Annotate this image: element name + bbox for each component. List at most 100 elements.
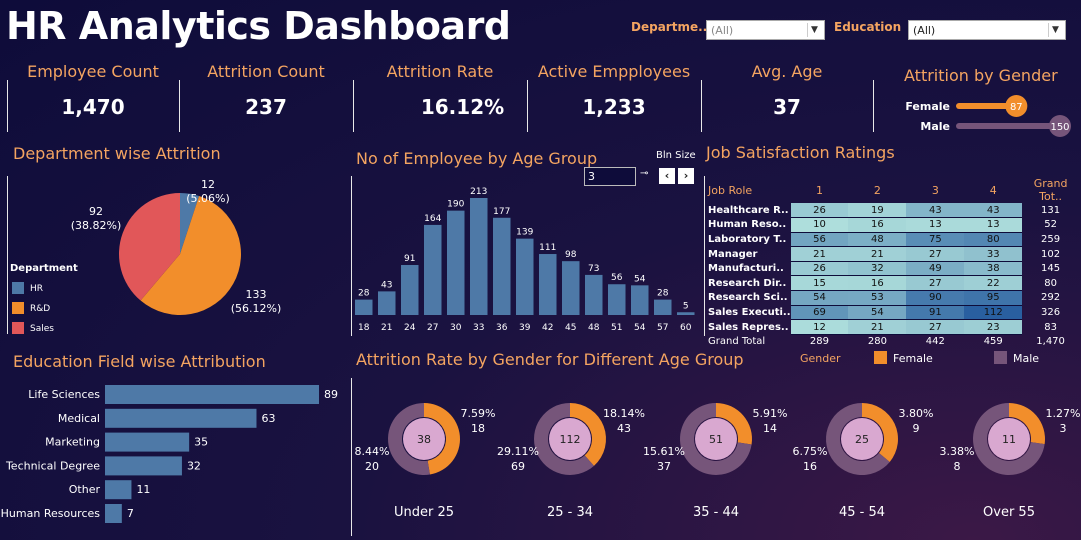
age-tick-label: 30 (450, 323, 462, 333)
kpi-avg-age: Avg. Age 37 (702, 62, 872, 119)
education-dropdown[interactable]: (All) ▼ (908, 20, 1066, 40)
female-pct-label: 3.80% (899, 407, 934, 420)
kpi-label: Active Empployees (537, 62, 691, 81)
kpi-label: Employee Count (27, 62, 159, 81)
heatmap-table: Job Role 1 2 3 4 Grand Tot.. Healthcare … (706, 177, 1079, 349)
grand-total-row: Grand Total 289 280 442 459 1,470 (706, 334, 1079, 349)
age-bar-value: 139 (516, 228, 533, 238)
row-total: 102 (1041, 248, 1061, 260)
gender-value: 150 (1050, 122, 1069, 133)
grand-total-label: Grand Total (708, 336, 766, 348)
kpi-active-employees: Active Empployees 1,233 (528, 62, 700, 119)
education-label: Life Sciences (28, 388, 100, 401)
bin-size-label: Bln Size (656, 150, 696, 161)
age-tick-label: 48 (588, 323, 600, 333)
column-header: 2 (873, 183, 881, 197)
column-total: 459 (983, 336, 1003, 348)
heatmap-cell: 16 (848, 217, 907, 233)
male-pct-label: 29.11% (497, 445, 539, 458)
pie-value-label: 12 (201, 178, 215, 191)
age-tick-label: 51 (611, 323, 622, 333)
kpi-label: Attrition Rate (386, 62, 494, 81)
page-title: HR Analytics Dashboard (6, 4, 511, 48)
education-value: 11 (136, 483, 150, 496)
donut-total: 38 (417, 433, 431, 446)
heatmap-cell: 32 (848, 261, 907, 277)
education-value: 63 (261, 412, 275, 425)
male-pct-label: 8.44% (355, 445, 390, 458)
age-group-label: 35 - 44 (693, 505, 739, 520)
job-role-label: Manufacturi.. (708, 263, 784, 275)
age-bar (585, 274, 603, 315)
heatmap-cell: 75 (906, 232, 965, 248)
heatmap-cell: 15 (790, 275, 849, 292)
female-count-label: 14 (763, 422, 777, 435)
age-bar-value: 28 (657, 289, 669, 299)
male-count-label: 16 (803, 460, 817, 473)
heatmap-row: Sales Repres.. 12 21 27 23 83 (706, 319, 1079, 335)
heatmap-cell: 54 (848, 305, 907, 321)
row-total: 83 (1044, 321, 1057, 333)
heatmap-cell: 21 (848, 246, 907, 262)
gender-age-donut-chart: 387.59%188.44%20Under 2511218.14%4329.11… (355, 403, 1080, 520)
kpi-attrition-count: Attrition Count 237 (180, 62, 352, 119)
age-bar-value: 213 (470, 187, 487, 197)
divider (704, 176, 705, 336)
heatmap-cell: 112 (964, 305, 1023, 321)
row-total: 292 (1041, 292, 1061, 304)
heatmap-row: Human Reso.. 10 16 13 13 52 (706, 217, 1079, 233)
female-count-label: 18 (471, 422, 485, 435)
chevron-down-icon[interactable]: ▼ (807, 23, 821, 37)
job-role-label: Sales Repres.. (708, 321, 789, 333)
female-count-label: 43 (617, 422, 631, 435)
education-bar (105, 456, 182, 476)
education-chart-title: Education Field wise Attribution (13, 352, 266, 371)
heatmap-cell: 26 (790, 261, 849, 277)
gender-bar (956, 123, 1060, 129)
age-bar (608, 284, 626, 315)
legend-item: Female (893, 352, 933, 365)
heatmap-cell: 56 (790, 232, 849, 248)
age-bar-value: 177 (493, 207, 510, 217)
age-tick-label: 57 (657, 323, 668, 333)
education-label: Human Resources (1, 507, 101, 520)
legend-title: Department (10, 263, 78, 274)
age-tick-label: 39 (519, 323, 531, 333)
kpi-employee-count: Employee Count 1,470 (8, 62, 178, 119)
education-bar-chart: Life Sciences 89 Medical 63 Marketing 35 Techn… (1, 385, 338, 523)
divider (873, 80, 874, 132)
heatmap-row: Manager 21 21 27 33 102 (706, 246, 1079, 262)
row-total: 259 (1041, 233, 1061, 245)
gender-attrition-chart: Female 87 Male 150 (905, 95, 1071, 137)
education-label: Marketing (45, 436, 100, 449)
age-group-label: Under 25 (394, 505, 454, 520)
heatmap-cell: 54 (790, 290, 849, 306)
heatmap-cell: 22 (964, 275, 1023, 292)
column-header: Grand Tot.. (1033, 177, 1068, 203)
department-dropdown[interactable]: (All) ▼ (706, 20, 825, 40)
legend-item: Sales (30, 324, 54, 334)
column-header: 4 (989, 183, 997, 197)
education-bar (105, 480, 132, 500)
pie-value-label: 133 (246, 288, 267, 301)
age-bar (539, 254, 557, 315)
heatmap-header-row: Job Role 1 2 3 4 Grand Tot.. (706, 177, 1079, 203)
age-tick-label: 36 (496, 323, 508, 333)
education-bar (105, 408, 257, 428)
job-role-label: Sales Executi.. (708, 306, 791, 318)
column-total: 442 (925, 336, 945, 348)
age-bar (355, 299, 373, 315)
donut-total: 112 (560, 433, 581, 446)
education-value: 89 (324, 388, 338, 401)
heatmap-cell: 49 (906, 261, 965, 277)
department-chart-title: Department wise Attrition (13, 144, 221, 163)
female-pct-label: 18.14% (603, 407, 645, 420)
legend-swatch (12, 322, 24, 334)
male-count-label: 37 (657, 460, 671, 473)
kpi-value: 1,233 (582, 95, 646, 119)
chevron-down-icon[interactable]: ▼ (1048, 23, 1062, 37)
job-satisfaction-title: Job Satisfaction Ratings (706, 143, 895, 162)
female-count-label: 9 (913, 422, 920, 435)
education-bar (105, 385, 319, 404)
age-bar (378, 291, 396, 315)
